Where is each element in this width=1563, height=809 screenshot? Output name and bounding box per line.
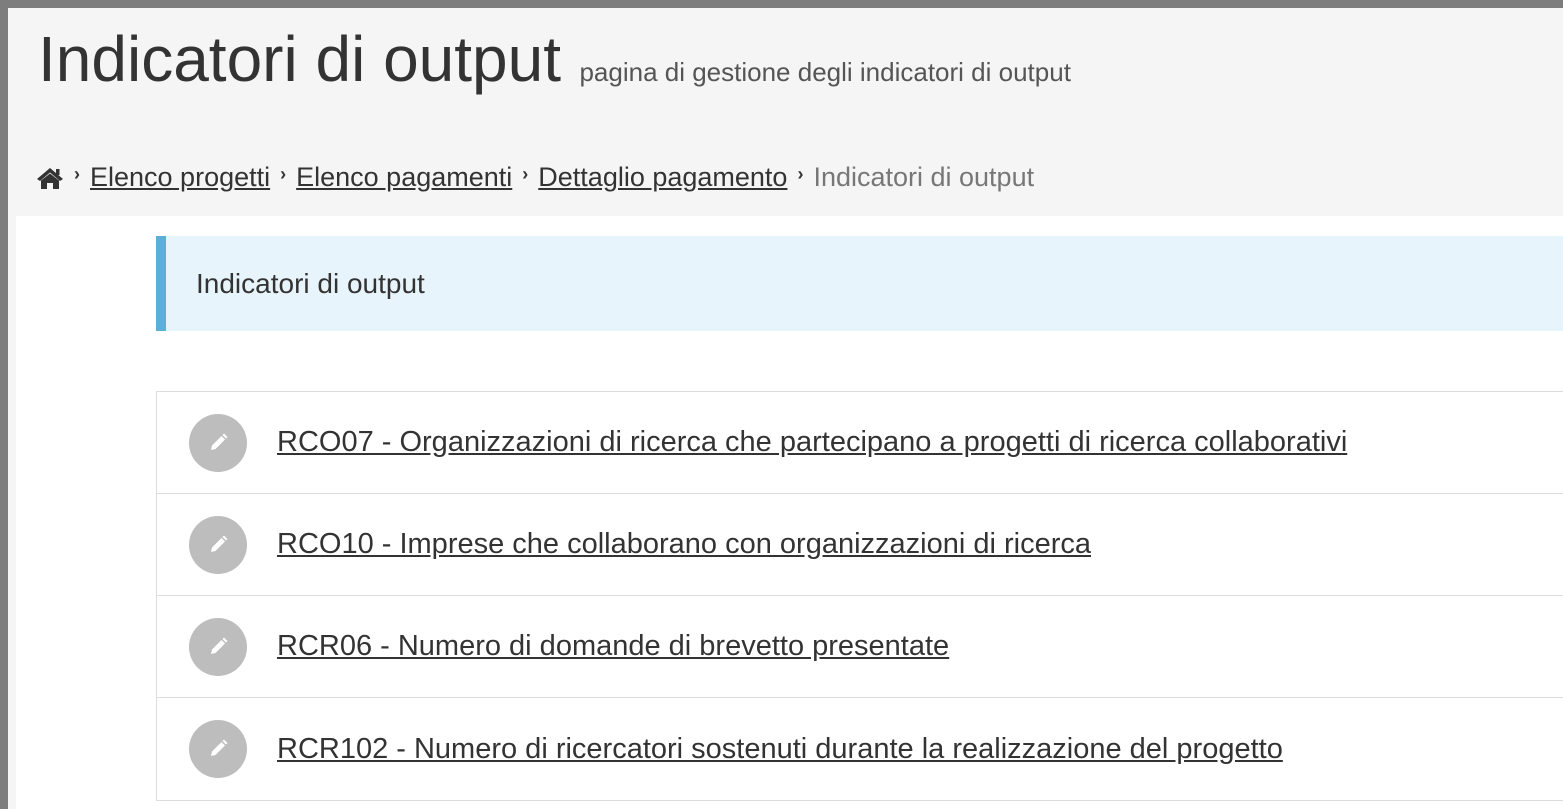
page-subtitle: pagina di gestione degli indicatori di o… [579,57,1071,87]
app-frame: Indicatori di output pagina di gestione … [0,0,1563,809]
chevron-right-icon: › [797,164,804,184]
indicator-link[interactable]: RCR06 - Numero di domande di brevetto pr… [277,630,949,663]
info-box-label: Indicatori di output [196,267,425,299]
chevron-right-icon: › [522,164,529,184]
breadcrumb-item-elenco-pagamenti[interactable]: Elenco pagamenti [296,162,512,193]
indicator-list: RCO07 - Organizzazioni di ricerca che pa… [156,391,1563,801]
info-box: Indicatori di output [156,236,1563,331]
pencil-icon[interactable] [189,617,247,676]
breadcrumb-item-dettaglio-pagamento[interactable]: Dettaglio pagamento [538,162,787,193]
indicator-link[interactable]: RCO07 - Organizzazioni di ricerca che pa… [277,426,1347,459]
indicator-link[interactable]: RCR102 - Numero di ricercatori sostenuti… [277,733,1283,766]
list-item: RCO10 - Imprese che collaborano con orga… [157,494,1563,596]
breadcrumb-item-elenco-progetti[interactable]: Elenco progetti [90,162,270,193]
page-header: Indicatori di output pagina di gestione … [38,22,1071,96]
breadcrumb: › Elenco progetti › Elenco pagamenti › D… [36,162,1034,193]
main-content: Indicatori di output RCO07 - Organizzazi… [16,216,1563,809]
list-item: RCR06 - Numero di domande di brevetto pr… [157,596,1563,698]
chevron-right-icon: › [74,164,80,184]
breadcrumb-item-current: Indicatori di output [813,162,1035,192]
list-item: RCR102 - Numero di ricercatori sostenuti… [157,698,1563,800]
pencil-icon[interactable] [189,515,247,574]
pencil-icon[interactable] [189,413,247,472]
page-title: Indicatori di output [38,23,561,95]
chevron-right-icon: › [280,164,287,184]
home-icon[interactable] [36,166,64,190]
list-item: RCO07 - Organizzazioni di ricerca che pa… [157,392,1563,494]
indicator-link[interactable]: RCO10 - Imprese che collaborano con orga… [277,528,1091,561]
pencil-icon[interactable] [189,720,247,778]
